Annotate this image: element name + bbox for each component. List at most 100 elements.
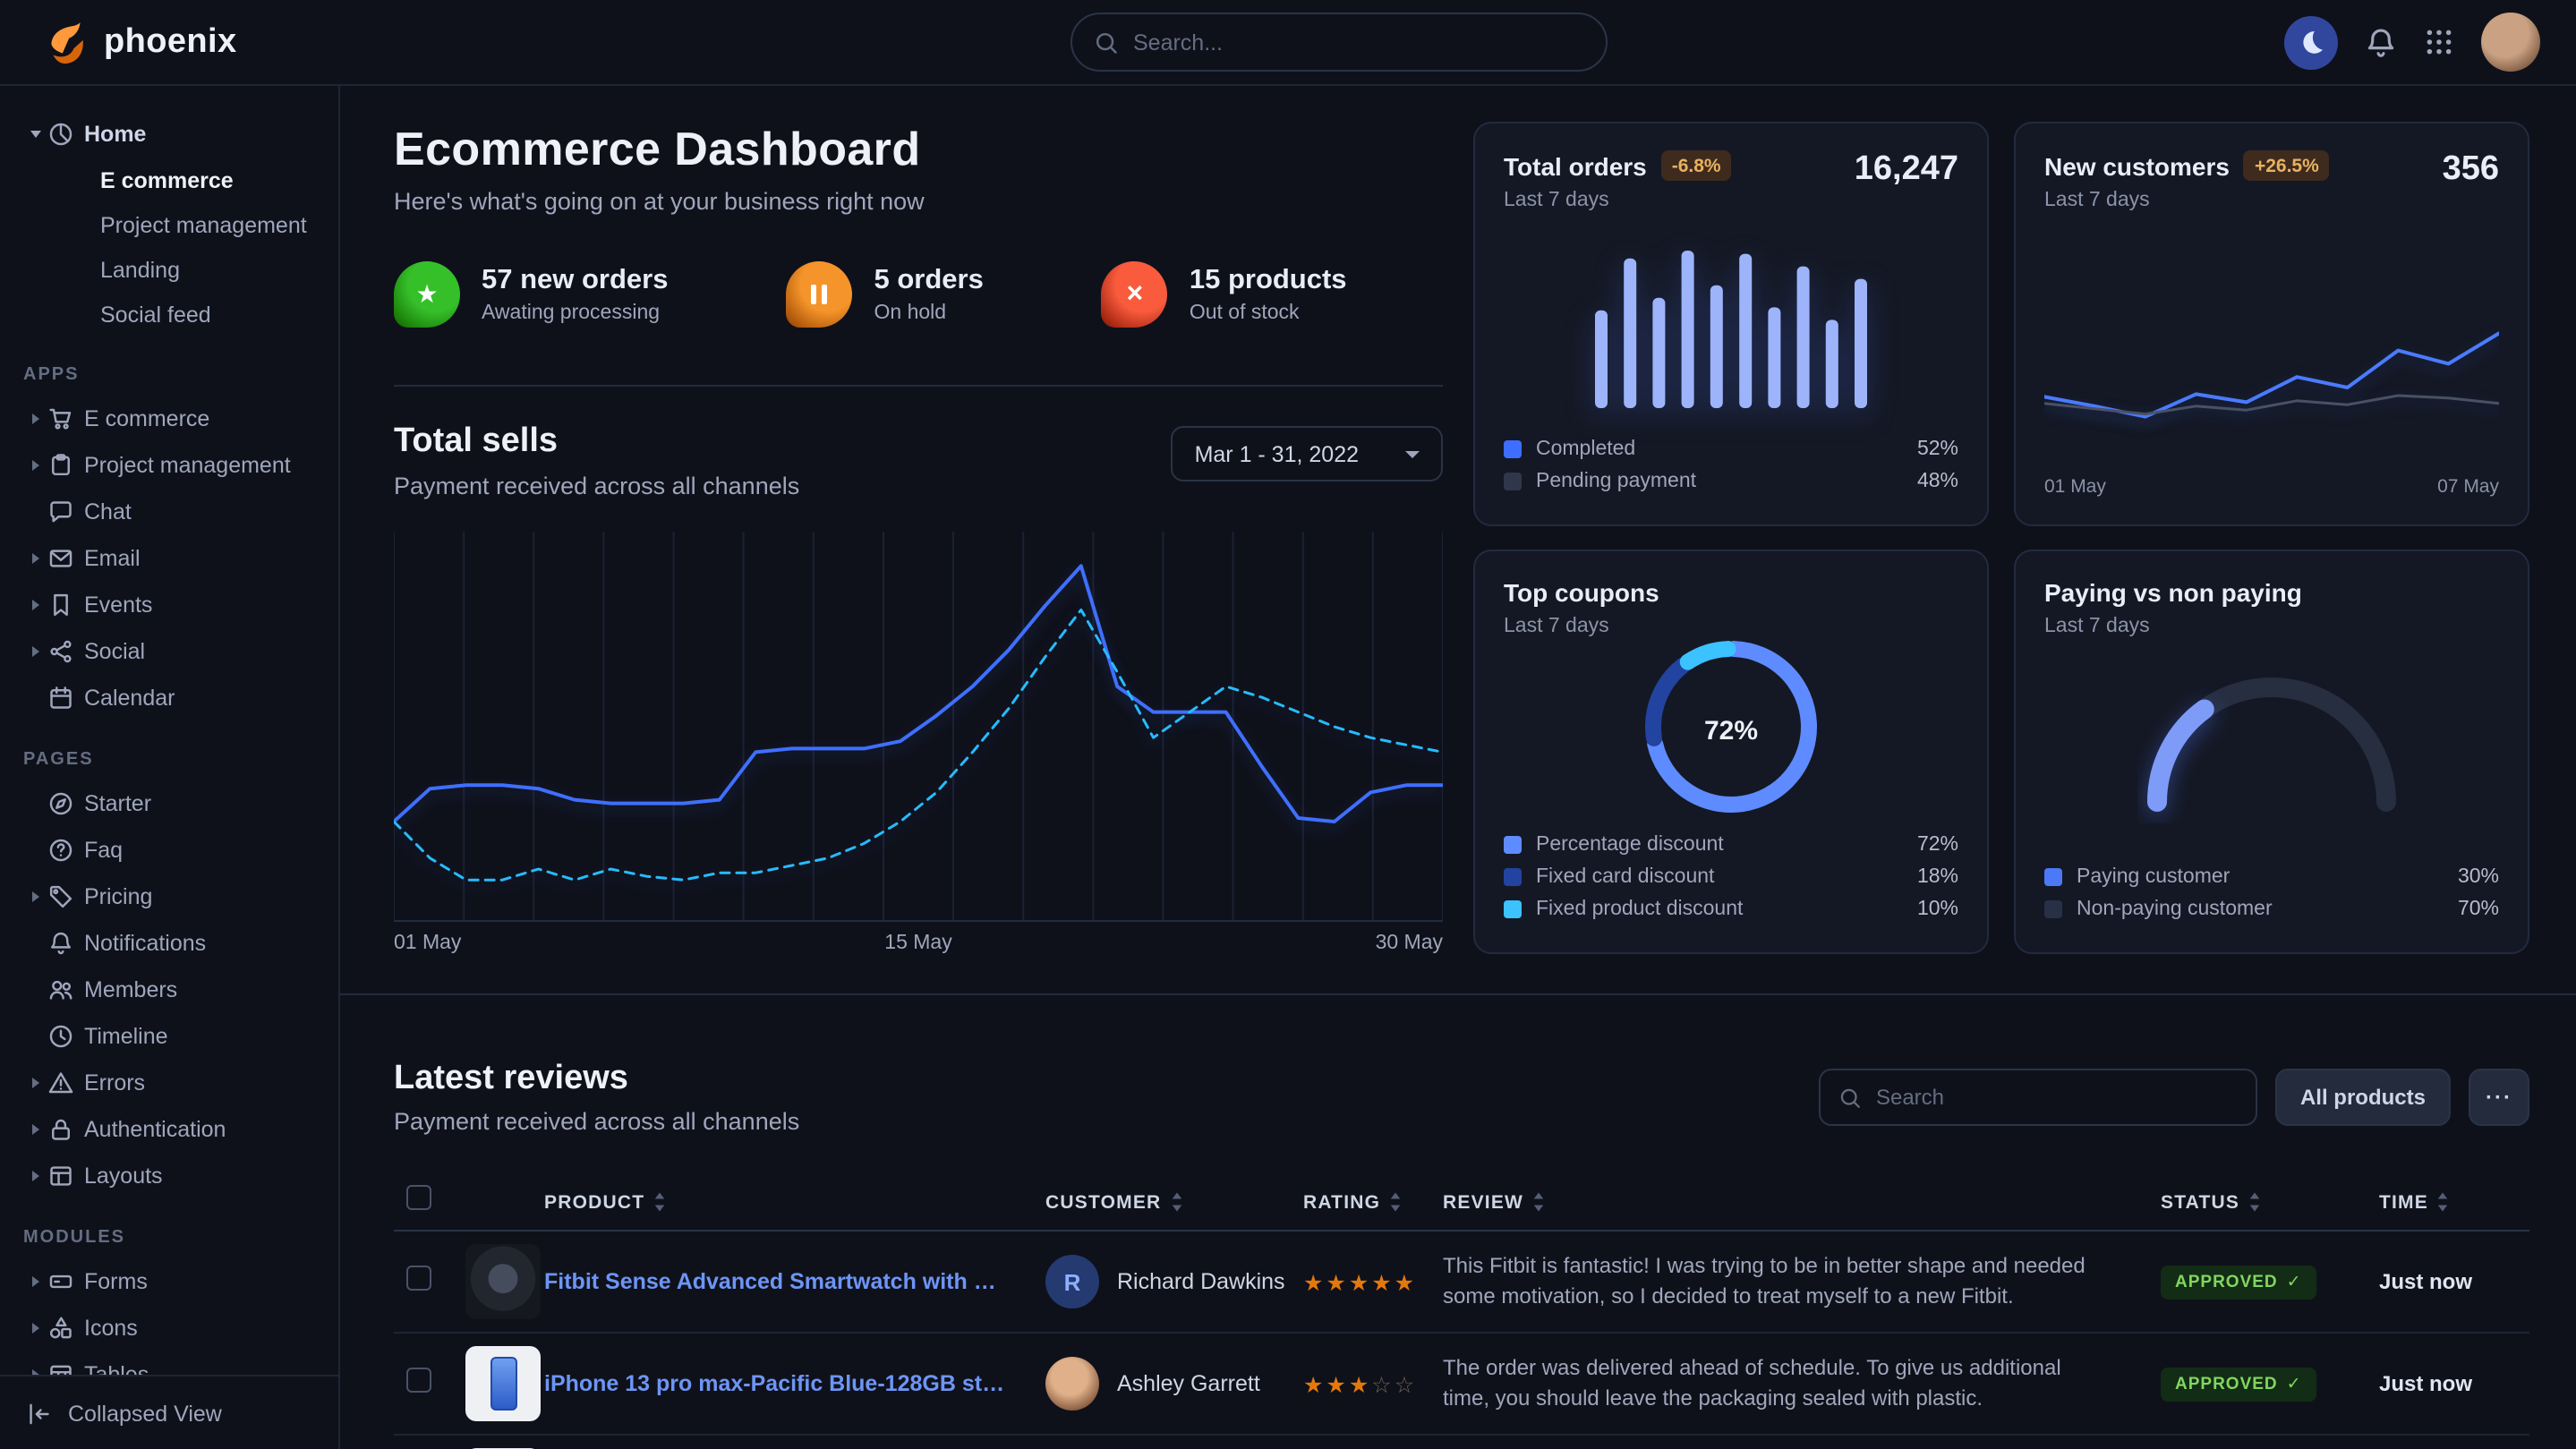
bell-icon — [48, 931, 73, 956]
brand-name: phoenix — [104, 22, 237, 62]
sidebar-item-calendar[interactable]: Calendar — [0, 675, 338, 721]
top-coupons-card: Top coupons Last 7 days 72% Percentage d… — [1473, 550, 1989, 954]
share-icon — [48, 639, 73, 664]
caret-right-icon — [21, 646, 48, 657]
product-link[interactable]: iPhone 13 pro max-Pacific Blue-128GB sto… — [544, 1371, 1031, 1396]
reviews-search[interactable] — [1819, 1069, 2257, 1126]
x-icon: × — [1102, 261, 1168, 328]
legend-item: Percentage discount 72% — [1504, 829, 1958, 861]
latest-reviews-section: Latest reviews Payment received across a… — [394, 1060, 2529, 1449]
review-text: This Fitbit is fantastic! I was trying t… — [1443, 1250, 2146, 1313]
user-avatar[interactable] — [2481, 13, 2540, 72]
collapsed-view-toggle[interactable]: Collapsed View — [0, 1375, 338, 1449]
main-content: Ecommerce Dashboard Here's what's going … — [340, 86, 2576, 1449]
collapsed-view-label: Collapsed View — [68, 1401, 222, 1426]
sidebar-item-faq[interactable]: Faq — [0, 827, 338, 874]
legend-swatch — [2044, 900, 2062, 918]
legend-value: 48% — [1917, 471, 1958, 492]
tag-icon — [48, 884, 73, 909]
caret-right-icon — [21, 984, 48, 995]
column-header-customer[interactable]: CUSTOMER — [1045, 1191, 1303, 1213]
card-period: Last 7 days — [2044, 616, 2302, 637]
new-customers-line-chart — [2044, 211, 2499, 465]
legend-item: Fixed product discount 10% — [1504, 893, 1958, 925]
collapse-icon — [27, 1401, 52, 1426]
phoenix-logo-icon — [43, 19, 90, 65]
row-checkbox[interactable] — [406, 1265, 431, 1290]
date-range-select[interactable]: Mar 1 - 31, 2022 — [1172, 426, 1443, 482]
sidebar-item-events[interactable]: Events — [0, 582, 338, 628]
lock-icon — [48, 1117, 73, 1142]
moon-icon — [2298, 29, 2324, 55]
column-header-time[interactable]: TIME — [2379, 1191, 2529, 1213]
global-search-input[interactable] — [1133, 30, 1584, 55]
reviews-search-input[interactable] — [1876, 1085, 2238, 1110]
sidebar-subitem-project-management[interactable]: Project management — [0, 202, 338, 247]
legend-item: Fixed card discount 18% — [1504, 861, 1958, 893]
legend-swatch — [1504, 473, 1522, 490]
pie-icon — [48, 122, 73, 147]
legend-label: Non-paying customer — [2077, 899, 2273, 920]
legend-value: 30% — [2458, 866, 2499, 888]
sidebar-item-social[interactable]: Social — [0, 628, 338, 675]
sidebar-item-email[interactable]: Email — [0, 535, 338, 582]
sidebar-item-project-management[interactable]: Project management — [0, 442, 338, 489]
sidebar-item-pricing[interactable]: Pricing — [0, 874, 338, 920]
calendar-icon — [48, 686, 73, 711]
sidebar-item-forms[interactable]: Forms — [0, 1258, 338, 1305]
total-sells-chart — [394, 532, 1443, 922]
status-badge: APPROVED ✓ — [2161, 1266, 2316, 1300]
theme-toggle-button[interactable] — [2284, 15, 2338, 69]
rating-stars: ★★★★★ — [1303, 1268, 1443, 1295]
stat-awating-processing: ★ 57 new ordersAwating processing — [394, 261, 669, 328]
card-title: Top coupons — [1504, 578, 1659, 607]
status-badge: APPROVED ✓ — [2161, 1368, 2316, 1402]
sidebar-item-icons[interactable]: Icons — [0, 1305, 338, 1351]
sidebar-item-layouts[interactable]: Layouts — [0, 1153, 338, 1199]
legend-swatch — [2044, 868, 2062, 886]
sidebar-section-apps: APPS — [23, 365, 338, 385]
card-title: New customers — [2044, 151, 2230, 180]
stat-on-hold: 5 ordersOn hold — [787, 261, 984, 328]
sidebar-item-starter[interactable]: Starter — [0, 780, 338, 827]
notifications-button[interactable] — [2365, 26, 2397, 58]
sidebar-item-timeline[interactable]: Timeline — [0, 1013, 338, 1060]
table-icon — [48, 1362, 73, 1375]
sort-icon — [653, 1192, 666, 1212]
column-header-rating[interactable]: RATING — [1303, 1191, 1443, 1213]
customer-cell[interactable]: RRichard Dawkins — [1045, 1255, 1303, 1308]
users-icon — [48, 977, 73, 1002]
sidebar-subitem-landing[interactable]: Landing — [0, 247, 338, 292]
review-text: The order was delivered ahead of schedul… — [1443, 1352, 2146, 1415]
row-checkbox[interactable] — [406, 1367, 431, 1392]
sidebar-item-home[interactable]: Home — [0, 111, 338, 158]
select-all-checkbox[interactable] — [406, 1185, 431, 1210]
sidebar-item-tables[interactable]: Tables — [0, 1351, 338, 1375]
card-period: Last 7 days — [1504, 190, 1732, 211]
customer-cell[interactable]: Ashley Garrett — [1045, 1357, 1303, 1411]
apps-grid-button[interactable] — [2424, 27, 2454, 57]
chevron-down-icon — [1405, 450, 1420, 457]
product-link[interactable]: Fitbit Sense Advanced Smartwatch with To… — [544, 1269, 1031, 1294]
column-header-product[interactable]: PRODUCT — [544, 1191, 1045, 1213]
global-search[interactable] — [1070, 13, 1608, 72]
sidebar-item-authentication[interactable]: Authentication — [0, 1106, 338, 1153]
column-header-status[interactable]: STATUS — [2161, 1191, 2379, 1213]
all-products-filter-button[interactable]: All products — [2275, 1069, 2451, 1126]
sidebar-item-chat[interactable]: Chat — [0, 489, 338, 535]
sidebar-item-e-commerce[interactable]: E commerce — [0, 396, 338, 442]
column-header-review[interactable]: REVIEW — [1443, 1191, 2161, 1213]
sidebar-subitem-e-commerce[interactable]: E commerce — [0, 158, 338, 202]
sidebar-item-members[interactable]: Members — [0, 967, 338, 1013]
top-coupons-legend: Percentage discount 72% Fixed card disco… — [1504, 829, 1958, 925]
star-icon: ★ — [394, 261, 460, 328]
total-orders-bar-chart — [1504, 211, 1958, 408]
brand-logo[interactable]: phoenix — [43, 19, 237, 65]
sidebar-subitem-social-feed[interactable]: Social feed — [0, 292, 338, 337]
caret-right-icon — [21, 553, 48, 564]
review-time: Just now — [2379, 1371, 2529, 1396]
sidebar-item-errors[interactable]: Errors — [0, 1060, 338, 1106]
more-options-button[interactable]: ··· — [2469, 1069, 2529, 1126]
sidebar-item-notifications[interactable]: Notifications — [0, 920, 338, 967]
legend-swatch — [1504, 900, 1522, 918]
